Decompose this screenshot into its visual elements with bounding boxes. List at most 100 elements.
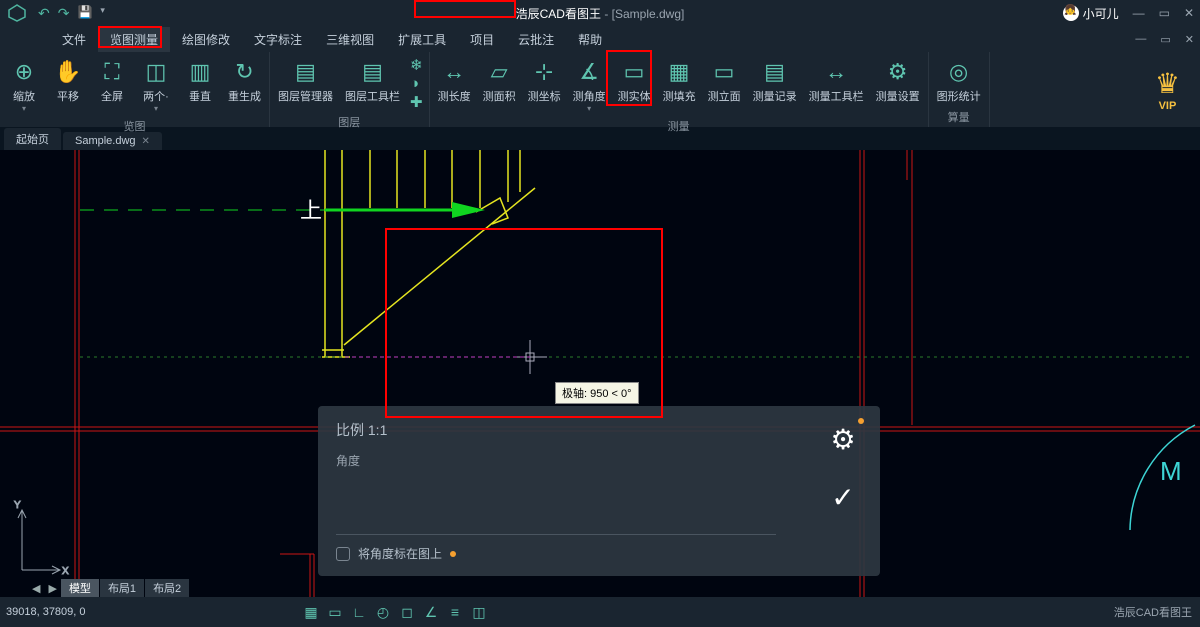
tool-measure-area[interactable]: ▱测面积 <box>477 54 522 117</box>
sub-maximize-icon[interactable]: ▭ <box>1160 33 1170 46</box>
arrow-label: 上 <box>300 198 322 223</box>
tool-layer-manager[interactable]: ▤图层管理器 <box>272 54 339 113</box>
model-tab[interactable]: 模型 <box>61 579 99 597</box>
tool-measure-record[interactable]: ▤测量记录 <box>747 54 803 117</box>
menu-cloud-markup[interactable]: 云批注 <box>506 27 566 52</box>
svg-text:Y: Y <box>14 500 21 511</box>
menu-view-measure[interactable]: 览图测量 <box>98 27 170 52</box>
length-icon: ↔ <box>440 58 468 86</box>
group-label-layer: 图层 <box>338 113 360 132</box>
chevron-down-icon: ▾ <box>587 104 591 113</box>
tool-measure-toolbar[interactable]: ↔测量工具栏 <box>803 54 870 117</box>
ribbon: ⊕缩放▾ ✋平移 ⛶全屏 ◫两个·▾ ▥垂直 ↻重生成 览图 ▤图层管理器 ▤图… <box>0 52 1200 128</box>
menu-project[interactable]: 项目 <box>458 27 506 52</box>
coord-icon: ⊹ <box>530 58 558 86</box>
svg-text:X: X <box>62 566 69 577</box>
tool-measure-entity[interactable]: ▭测实体 <box>612 54 657 117</box>
undo-icon[interactable]: ↶ <box>38 5 50 22</box>
tool-regenerate[interactable]: ↻重生成 <box>222 54 267 117</box>
sub-close-icon[interactable]: ✕ <box>1185 33 1194 46</box>
zoom-icon: ⊕ <box>10 58 38 86</box>
split-icon: ◫ <box>142 58 170 86</box>
save-icon[interactable]: 💾 <box>77 5 92 22</box>
tool-measure-length[interactable]: ↔测长度 <box>432 54 477 117</box>
otrack-icon[interactable]: ∠ <box>420 601 442 623</box>
avatar-icon: 👧 <box>1063 5 1079 21</box>
chevron-down-icon: ▾ <box>22 104 26 113</box>
menu-extend-tools[interactable]: 扩展工具 <box>386 27 458 52</box>
vip-badge[interactable]: ♛ VIP <box>1135 52 1200 127</box>
tab-scroll-right-icon[interactable]: ▶ <box>44 582 60 595</box>
tool-measure-coord[interactable]: ⊹测坐标 <box>522 54 567 117</box>
menu-draw-modify[interactable]: 绘图修改 <box>170 27 242 52</box>
layer-lock-icon[interactable]: ✚ <box>410 93 423 111</box>
close-icon[interactable]: ✕ <box>142 136 150 147</box>
regenerate-icon: ↻ <box>231 58 259 86</box>
window-title: 浩辰CAD看图王 - [Sample.dwg] <box>516 5 685 22</box>
tool-two-windows[interactable]: ◫两个·▾ <box>134 54 178 117</box>
cycle-icon[interactable]: ◫ <box>468 601 490 623</box>
quick-access-toolbar: ↶ ↷ 💾 ▾ <box>38 5 105 22</box>
user-badge[interactable]: 👧 小可儿 <box>1063 5 1119 22</box>
panel-confirm-button[interactable]: ✓ <box>824 478 862 516</box>
ribbon-group-layer: ▤图层管理器 ▤图层工具栏 ❄ ◑ ✚ 图层 <box>270 52 430 127</box>
fullscreen-icon: ⛶ <box>98 58 126 86</box>
menu-help[interactable]: 帮助 <box>566 27 614 52</box>
checkbox-label: 将角度标在图上 <box>358 545 442 562</box>
ortho-icon[interactable]: ∟ <box>348 601 370 623</box>
panel-title: 比例 1:1 <box>336 420 862 440</box>
menu-text-annotate[interactable]: 文字标注 <box>242 27 314 52</box>
brand-label: 浩辰CAD看图王 <box>1114 604 1192 620</box>
tab-sample[interactable]: Sample.dwg✕ <box>63 132 162 150</box>
measure-toolbar-icon: ↔ <box>822 58 850 86</box>
layout1-tab[interactable]: 布局1 <box>100 579 144 597</box>
layout2-tab[interactable]: 布局2 <box>145 579 189 597</box>
close-icon[interactable]: ✕ <box>1184 6 1194 20</box>
titlebar: ↶ ↷ 💾 ▾ 浩辰CAD看图王 - [Sample.dwg] 👧 小可儿 — … <box>0 0 1200 26</box>
tool-zoom[interactable]: ⊕缩放▾ <box>2 54 46 117</box>
document-tabs: 起始页 Sample.dwg✕ <box>0 128 1200 150</box>
menu-file[interactable]: 文件 <box>50 27 98 52</box>
minimize-icon[interactable]: — <box>1133 6 1145 20</box>
mark-angle-checkbox[interactable] <box>336 547 350 561</box>
fill-icon: ▦ <box>665 58 693 86</box>
statusbar: 39018, 37809, 0 ▦ ▭ ∟ ◴ ◻ ∠ ≡ ◫ 浩辰CAD看图王 <box>0 597 1200 627</box>
tool-measure-settings[interactable]: ⚙测量设置 <box>870 54 926 117</box>
layer-off-icon[interactable]: ◑ <box>410 75 423 92</box>
stats-icon: ◎ <box>945 58 973 86</box>
crown-icon: ♛ <box>1155 67 1180 100</box>
snap-icon[interactable]: ▭ <box>324 601 346 623</box>
tool-measure-elevation[interactable]: ▭测立面 <box>702 54 747 117</box>
sub-minimize-icon[interactable]: — <box>1135 33 1146 46</box>
maximize-icon[interactable]: ▭ <box>1159 6 1170 20</box>
layer-quick-stack: ❄ ◑ ✚ <box>406 54 427 113</box>
app-logo[interactable] <box>4 0 30 26</box>
username: 小可儿 <box>1083 5 1119 22</box>
tool-vertical[interactable]: ▥垂直 <box>178 54 222 117</box>
panel-settings-button[interactable]: ⚙ <box>824 420 862 458</box>
tool-measure-fill[interactable]: ▦测填充 <box>657 54 702 117</box>
tool-layer-toolbar[interactable]: ▤图层工具栏 <box>339 54 406 113</box>
gear-icon: ⚙ <box>830 423 855 456</box>
layer-freeze-icon[interactable]: ❄ <box>410 56 423 74</box>
dropdown-icon[interactable]: ▾ <box>100 5 105 22</box>
ribbon-group-quantity: ◎图形统计 算量 <box>929 52 990 127</box>
polar-icon[interactable]: ◴ <box>372 601 394 623</box>
tool-pan[interactable]: ✋平移 <box>46 54 90 117</box>
notification-dot <box>858 418 864 424</box>
file-name: - [Sample.dwg] <box>604 7 684 21</box>
tab-scroll-left-icon[interactable]: ◀ <box>28 582 44 595</box>
settings-icon: ⚙ <box>884 58 912 86</box>
tool-fullscreen[interactable]: ⛶全屏 <box>90 54 134 117</box>
ribbon-group-measure: ↔测长度 ▱测面积 ⊹测坐标 ∡测角度▾ ▭测实体 ▦测填充 ▭测立面 ▤测量记… <box>430 52 929 127</box>
tool-measure-angle[interactable]: ∡测角度▾ <box>567 54 612 117</box>
grid-icon[interactable]: ▦ <box>300 601 322 623</box>
redo-icon[interactable]: ↷ <box>58 5 70 22</box>
tool-shape-stats[interactable]: ◎图形统计 <box>931 54 987 108</box>
room-label: M <box>1160 456 1182 486</box>
menu-3d-view[interactable]: 三维视图 <box>314 27 386 52</box>
osnap-icon[interactable]: ◻ <box>396 601 418 623</box>
lineweight-icon[interactable]: ≡ <box>444 601 466 623</box>
tab-start[interactable]: 起始页 <box>4 128 61 150</box>
group-label-quantity: 算量 <box>948 108 970 127</box>
